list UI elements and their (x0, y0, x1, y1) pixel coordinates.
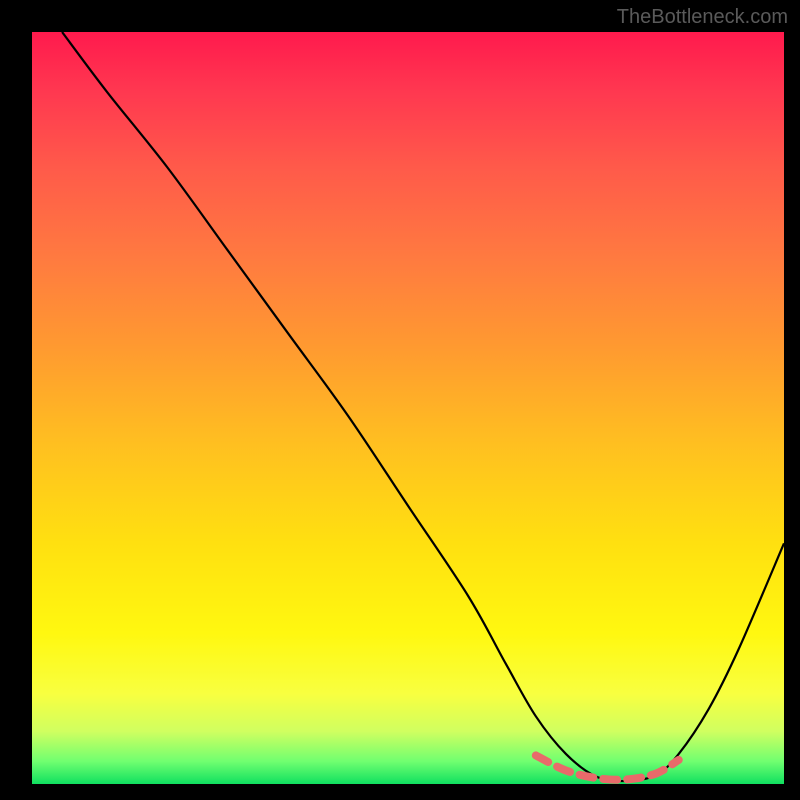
bottleneck-curve-line (62, 32, 784, 781)
highlight-segment (536, 755, 679, 779)
chart-svg (32, 32, 784, 784)
watermark-text: TheBottleneck.com (617, 6, 788, 29)
chart-plot-area (32, 32, 784, 784)
